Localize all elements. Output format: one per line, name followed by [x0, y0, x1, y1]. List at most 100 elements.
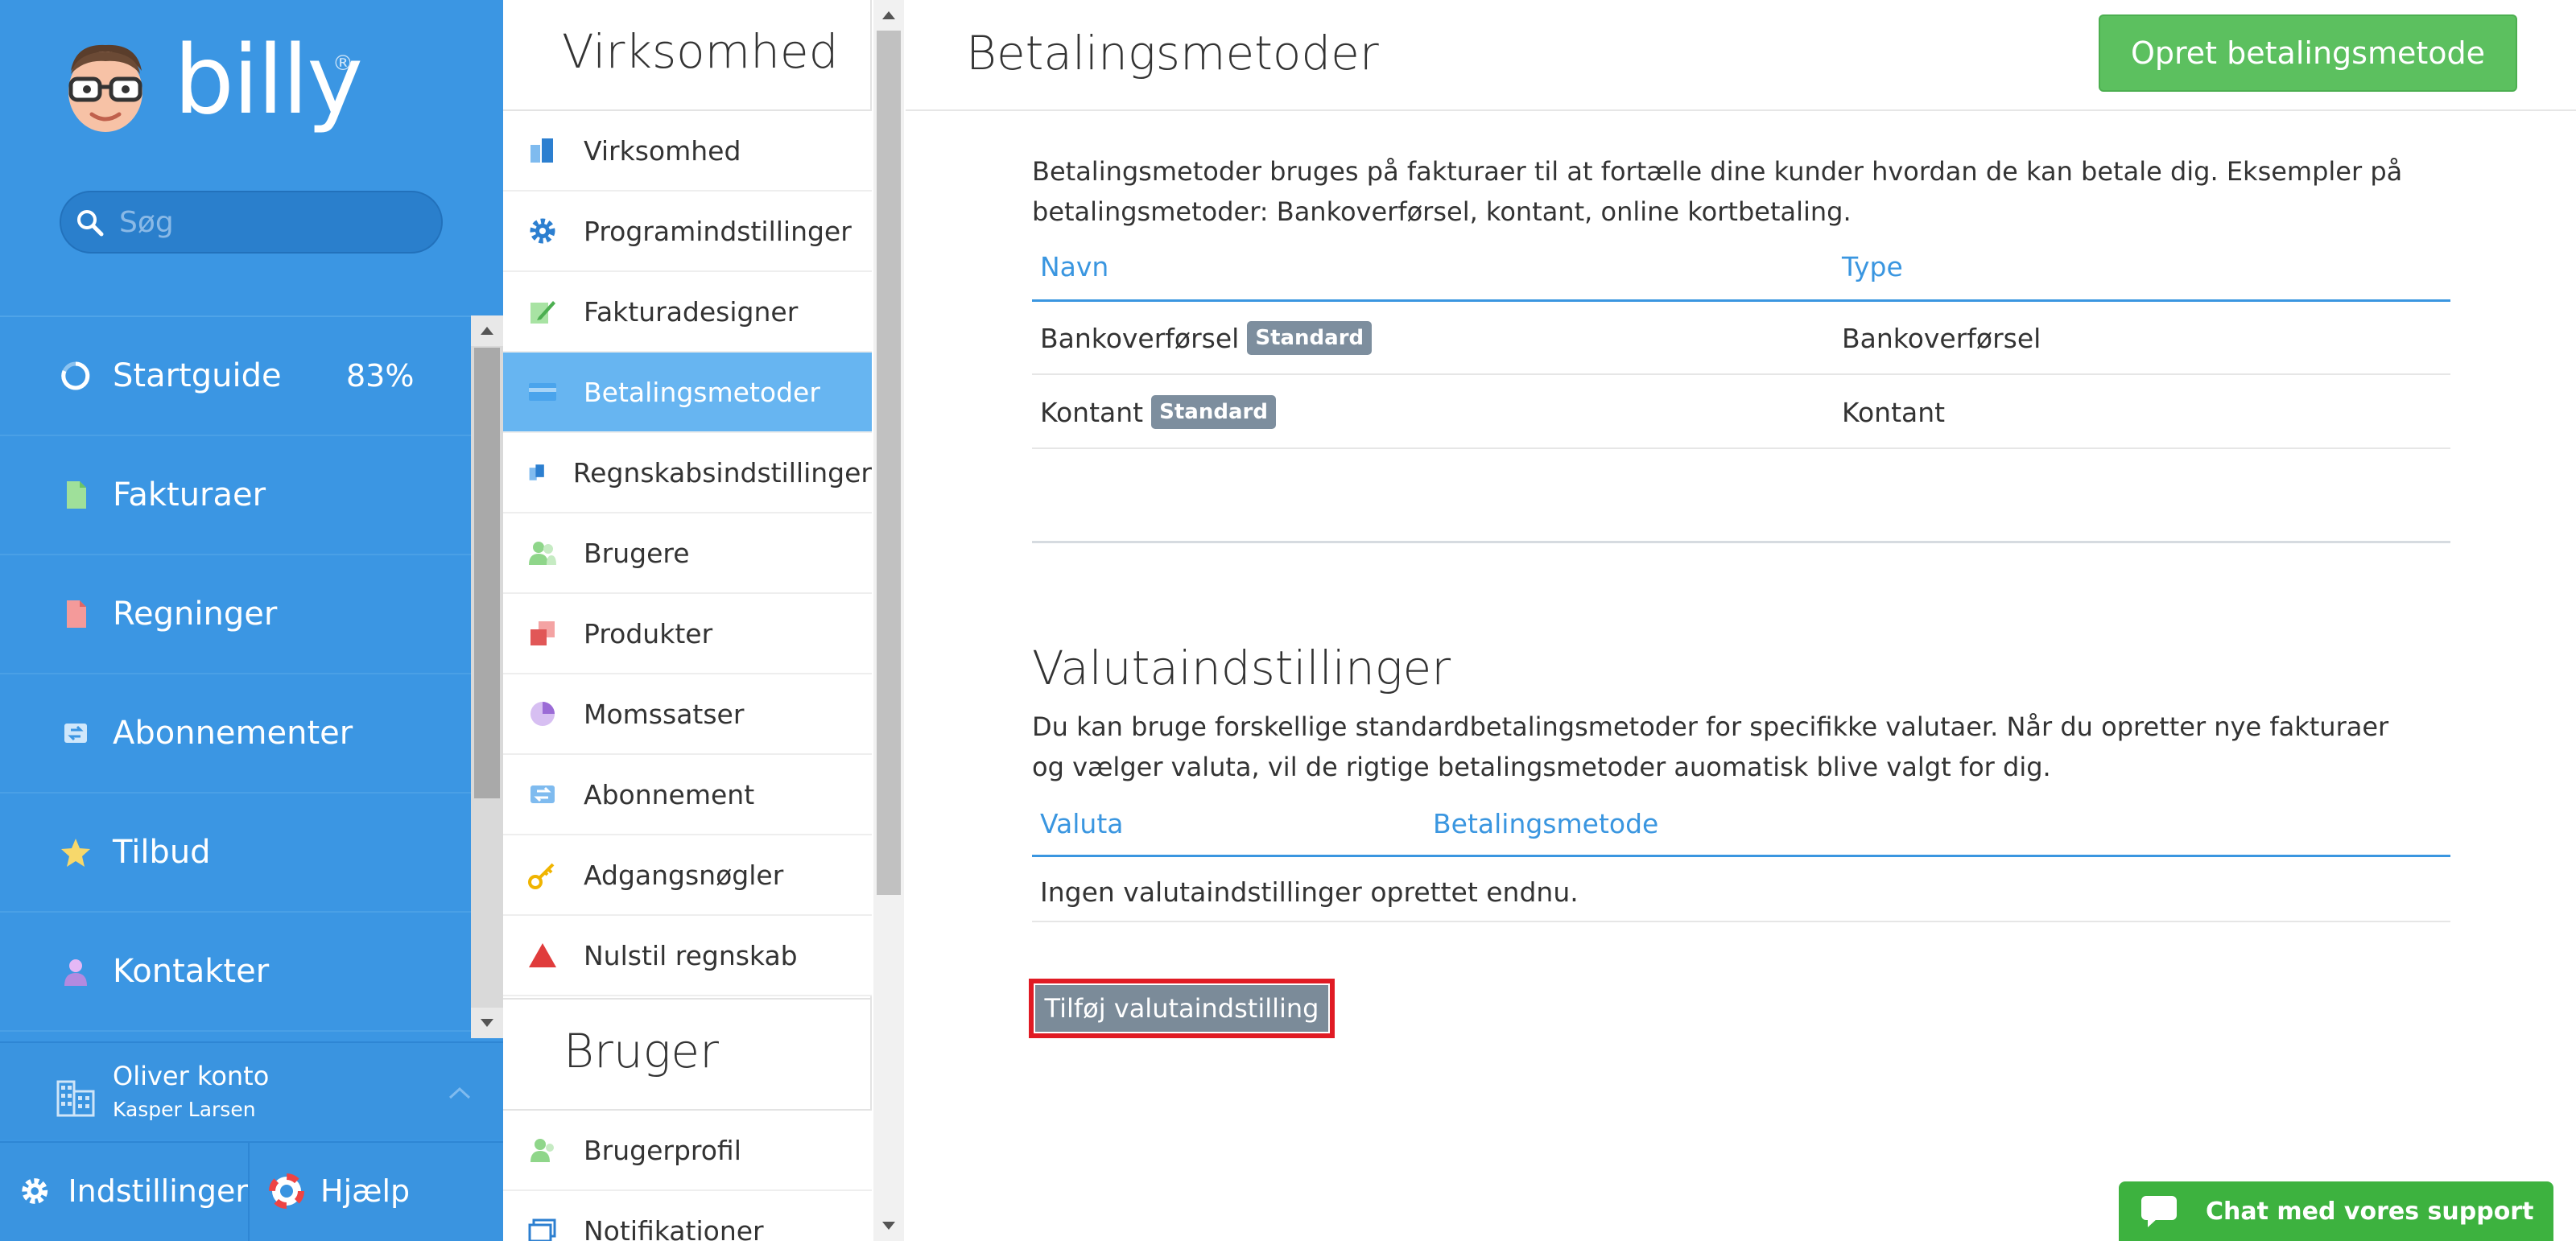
nav-list: Startguide 83% Fakturaer Regninger Abonn…: [0, 315, 471, 1038]
create-payment-method-button[interactable]: Opret betalingsmetode: [2099, 14, 2517, 92]
nav-item-abonnementer[interactable]: Abonnementer: [0, 674, 471, 794]
gear-icon: [22, 1178, 48, 1204]
nav-scroll-down-arrow[interactable]: [471, 1008, 503, 1038]
nav-scroll-thumb[interactable]: [474, 348, 500, 798]
chat-bubble-icon: [2141, 1196, 2177, 1227]
submenu-item-label: Fakturadesigner: [584, 295, 799, 328]
submenu-item-brugerprofil[interactable]: Brugerprofil: [503, 1111, 872, 1191]
card-icon: [529, 383, 556, 401]
nav-item-regninger[interactable]: Regninger: [0, 555, 471, 674]
currency-empty-state: Ingen valutaindstillinger oprettet endnu…: [1040, 876, 1579, 908]
chat-support-button[interactable]: Chat med vores support: [2119, 1181, 2553, 1241]
submenu-item-label: Programindstillinger: [584, 215, 852, 247]
submenu-item-label: Betalingsmetoder: [584, 376, 820, 408]
pie-icon: [530, 702, 555, 726]
column-header-payment-method[interactable]: Betalingsmetode: [1433, 808, 1658, 839]
nav-item-label: Startguide: [113, 357, 282, 394]
company-icon: [530, 138, 553, 163]
table-header-divider: [1032, 299, 2450, 302]
payment-method-type: Kontant: [1842, 396, 1946, 428]
submenu-item-brugere[interactable]: Brugere: [503, 513, 872, 594]
add-currency-setting-button[interactable]: Tilføj valutaindstilling: [1035, 985, 1328, 1032]
nav-item-kontakter[interactable]: Kontakter: [0, 913, 471, 1032]
submenu-item-produkter[interactable]: Produkter: [503, 594, 872, 674]
submenu-item-nulstil-regnskab[interactable]: Nulstil regnskab: [503, 916, 872, 996]
column-header-name[interactable]: Navn: [1040, 251, 1108, 282]
submenu-item-fakturadesigner[interactable]: Fakturadesigner: [503, 272, 872, 353]
table-row-divider: [1032, 447, 2450, 449]
column-header-type[interactable]: Type: [1842, 251, 1903, 282]
submenu-user-list: Brugerprofil Notifikationer: [503, 1111, 872, 1241]
chat-label: Chat med vores support: [2206, 1197, 2534, 1226]
submenu-item-label: Brugerprofil: [584, 1134, 741, 1166]
table-row-name[interactable]: Bankoverførsel Standard: [1040, 314, 1373, 362]
users-icon: [529, 542, 556, 565]
section-divider: [1032, 541, 2450, 543]
notification-icon: [528, 1218, 556, 1241]
nav-item-label: Kontakter: [113, 953, 270, 990]
settings-button[interactable]: Indstillinger: [0, 1141, 250, 1241]
submenu-item-label: Brugere: [584, 537, 690, 569]
submenu-item-abonnement[interactable]: Abonnement: [503, 755, 872, 835]
startguide-progress: 83%: [346, 358, 415, 394]
help-label: Hjælp: [320, 1173, 411, 1209]
progress-ring-icon: [61, 361, 90, 390]
nav-scroll-up-arrow[interactable]: [471, 315, 503, 346]
nav-item-tilbud[interactable]: Tilbud: [0, 794, 471, 913]
column-header-currency[interactable]: Valuta: [1040, 808, 1123, 839]
table-row-name[interactable]: Kontant Standard: [1040, 388, 1276, 436]
brand-logo: billy: [174, 24, 363, 135]
table-row-divider: [1032, 373, 2450, 375]
gear-icon: [530, 218, 555, 244]
submenu-item-notifikationer[interactable]: Notifikationer: [503, 1191, 872, 1241]
search-input[interactable]: [119, 201, 433, 243]
lifebuoy-icon: [269, 1173, 304, 1209]
subscription-icon: [64, 724, 87, 743]
ledger-icon: [529, 464, 544, 480]
table-header-divider: [1032, 855, 2450, 857]
payment-method-name: Bankoverførsel: [1040, 322, 1240, 354]
help-button[interactable]: Hjælp: [251, 1141, 503, 1241]
warning-icon: [529, 943, 556, 967]
intro-text: Betalingsmetoder bruges på fakturaer til…: [1032, 156, 2403, 227]
bill-icon: [67, 600, 86, 628]
submenu-item-regnskabsindstillinger[interactable]: Regnskabsindstillinger: [503, 433, 872, 513]
building-icon: [56, 1080, 95, 1117]
standard-badge: Standard: [1151, 395, 1276, 429]
submenu-item-label: Momssatser: [584, 698, 745, 730]
billy-mascot-icon: [68, 44, 142, 132]
star-icon: [61, 839, 90, 867]
chevron-up-icon[interactable]: [448, 1085, 472, 1101]
designer-icon: [530, 301, 555, 324]
submenu-item-adgangsnoegler[interactable]: Adgangsnøgler: [503, 835, 872, 916]
account-name: Oliver konto: [113, 1061, 270, 1091]
submenu-scroll-up-arrow[interactable]: [873, 0, 904, 31]
nav-item-label: Fakturaer: [113, 476, 266, 513]
submenu-item-label: Abonnement: [584, 778, 755, 810]
submenu-scroll-down-arrow[interactable]: [873, 1210, 904, 1241]
submenu-item-label: Virksomhed: [584, 134, 741, 167]
search-icon: [77, 210, 104, 237]
submenu-item-programindstillinger[interactable]: Programindstillinger: [503, 192, 872, 272]
nav-item-fakturaer[interactable]: Fakturaer: [0, 436, 471, 555]
standard-badge: Standard: [1247, 321, 1373, 355]
submenu-company-list: Virksomhed Programindstillinger Fakturad…: [503, 111, 872, 998]
submenu-item-label: Regnskabsindstillinger: [572, 456, 872, 489]
submenu-user-title: Bruger: [564, 1024, 719, 1078]
currency-section-title: Valutaindstillinger: [1032, 641, 1451, 695]
submenu-item-virksomhed[interactable]: Virksomhed: [503, 111, 872, 192]
nav-item-label: Tilbud: [113, 834, 211, 871]
nav-item-label: Abonnementer: [113, 715, 353, 752]
key-icon: [528, 863, 555, 889]
submenu-item-label: Notifikationer: [584, 1214, 764, 1241]
submenu-item-label: Adgangsnøgler: [584, 859, 784, 891]
submenu-company-title: Virksomhed: [562, 24, 839, 79]
submenu-item-momssatser[interactable]: Momssatser: [503, 674, 872, 755]
nav-item-startguide[interactable]: Startguide 83%: [0, 317, 471, 436]
submenu-item-betalingsmetoder[interactable]: Betalingsmetoder: [503, 353, 872, 433]
invoice-icon: [67, 481, 86, 509]
settings-label: Indstillinger: [68, 1173, 248, 1209]
page-title: Betalingsmetoder: [966, 26, 1379, 80]
account-user: Kasper Larsen: [113, 1098, 256, 1121]
submenu-scroll-thumb[interactable]: [877, 31, 901, 895]
